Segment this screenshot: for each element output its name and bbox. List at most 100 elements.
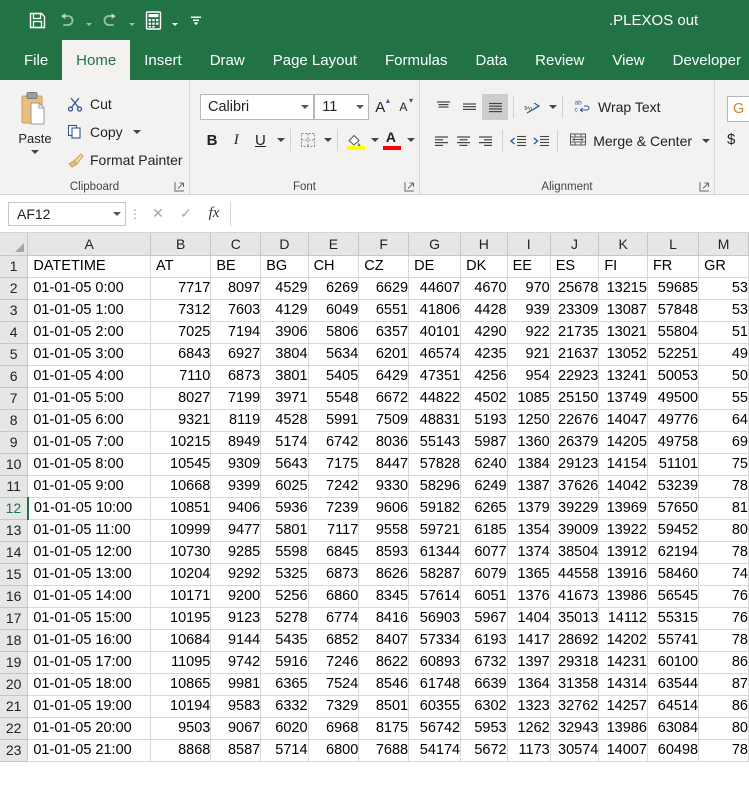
cell[interactable]: 78 bbox=[698, 629, 749, 652]
cell[interactable]: 55315 bbox=[647, 607, 700, 630]
cell[interactable]: 8119 bbox=[210, 409, 262, 432]
cell[interactable]: 7524 bbox=[308, 673, 360, 696]
cell[interactable]: 59452 bbox=[647, 519, 700, 542]
cell[interactable]: 9144 bbox=[210, 629, 262, 652]
row-header-8[interactable]: 8 bbox=[0, 408, 29, 432]
cell[interactable]: 13916 bbox=[598, 563, 648, 586]
cell[interactable]: 57650 bbox=[647, 497, 700, 520]
cell[interactable]: 57848 bbox=[647, 299, 700, 322]
cell[interactable]: 1364 bbox=[507, 673, 551, 696]
font-size-select[interactable]: 11 bbox=[314, 94, 369, 120]
cell[interactable]: 3801 bbox=[260, 365, 309, 388]
cell[interactable]: 1417 bbox=[507, 629, 551, 652]
cell[interactable]: 58460 bbox=[647, 563, 700, 586]
row-header-11[interactable]: 11 bbox=[0, 474, 29, 498]
cell[interactable]: 56903 bbox=[408, 607, 462, 630]
cell[interactable]: 10730 bbox=[150, 541, 212, 564]
cell[interactable]: 44558 bbox=[550, 563, 600, 586]
cell[interactable]: 7242 bbox=[308, 475, 360, 498]
orientation-button[interactable]: a b bbox=[519, 94, 545, 120]
cell[interactable]: 8593 bbox=[358, 541, 410, 564]
cell[interactable]: 10865 bbox=[150, 673, 212, 696]
cell[interactable]: 10684 bbox=[150, 629, 212, 652]
undo-icon[interactable] bbox=[52, 5, 82, 35]
cell[interactable]: 53 bbox=[698, 299, 749, 322]
cell[interactable]: 6249 bbox=[460, 475, 508, 498]
cell[interactable]: 30574 bbox=[550, 739, 600, 762]
row-header-13[interactable]: 13 bbox=[0, 518, 29, 542]
cell[interactable]: 57828 bbox=[408, 453, 462, 476]
cell[interactable]: 5806 bbox=[308, 321, 360, 344]
cell[interactable]: 14047 bbox=[598, 409, 648, 432]
cell[interactable]: 56545 bbox=[647, 585, 700, 608]
cell[interactable]: 80 bbox=[698, 519, 749, 542]
cell[interactable]: 8345 bbox=[358, 585, 410, 608]
cell[interactable]: 6672 bbox=[358, 387, 410, 410]
cell[interactable]: 11095 bbox=[150, 651, 212, 674]
column-header-i[interactable]: I bbox=[506, 233, 551, 256]
clipboard-dialog-launcher-icon[interactable] bbox=[174, 181, 185, 192]
cell[interactable]: 6265 bbox=[460, 497, 508, 520]
cell[interactable]: 32762 bbox=[550, 695, 600, 718]
cell[interactable]: 921 bbox=[507, 343, 551, 366]
cell[interactable]: 9309 bbox=[210, 453, 262, 476]
column-header-f[interactable]: F bbox=[358, 233, 410, 256]
row-header-12[interactable]: 12 bbox=[0, 496, 29, 520]
cell[interactable]: 8416 bbox=[358, 607, 410, 630]
tab-draw[interactable]: Draw bbox=[196, 40, 259, 80]
cell[interactable]: 4529 bbox=[260, 277, 309, 300]
cell[interactable]: 56742 bbox=[408, 717, 462, 740]
row-header-21[interactable]: 21 bbox=[0, 694, 29, 718]
cell[interactable]: 9123 bbox=[210, 607, 262, 630]
calculator-dropdown-icon[interactable] bbox=[168, 5, 181, 35]
cell[interactable]: 8027 bbox=[150, 387, 212, 410]
tab-review[interactable]: Review bbox=[521, 40, 598, 80]
redo-dropdown-icon[interactable] bbox=[125, 5, 138, 35]
column-header-k[interactable]: K bbox=[598, 233, 648, 256]
cell[interactable]: 13052 bbox=[598, 343, 648, 366]
cell[interactable]: 01-01-05 4:00 bbox=[27, 365, 151, 388]
cell[interactable]: 6551 bbox=[358, 299, 410, 322]
cell[interactable]: 6025 bbox=[260, 475, 309, 498]
cell[interactable]: 14231 bbox=[598, 651, 648, 674]
column-header-e[interactable]: E bbox=[307, 233, 360, 256]
cell[interactable]: 14007 bbox=[598, 739, 648, 762]
cell[interactable]: 6079 bbox=[460, 563, 508, 586]
cell[interactable]: 8949 bbox=[210, 431, 262, 454]
cell[interactable]: 5405 bbox=[308, 365, 360, 388]
cell[interactable]: 5325 bbox=[260, 563, 309, 586]
cell[interactable]: 57334 bbox=[408, 629, 462, 652]
cell[interactable]: 922 bbox=[507, 321, 551, 344]
cell[interactable]: 81 bbox=[698, 497, 749, 520]
cell[interactable]: 10215 bbox=[150, 431, 212, 454]
cell[interactable]: 6332 bbox=[260, 695, 309, 718]
cell[interactable]: 9292 bbox=[210, 563, 262, 586]
cell[interactable]: 35013 bbox=[550, 607, 600, 630]
bold-button[interactable]: B bbox=[200, 127, 224, 153]
cell[interactable]: 8868 bbox=[150, 739, 212, 762]
cell[interactable]: 13241 bbox=[598, 365, 648, 388]
cell[interactable]: 6732 bbox=[460, 651, 508, 674]
cell[interactable]: 10999 bbox=[150, 519, 212, 542]
cell[interactable]: 10195 bbox=[150, 607, 212, 630]
cell[interactable]: 1384 bbox=[507, 453, 551, 476]
cell[interactable]: 3971 bbox=[260, 387, 309, 410]
cell[interactable]: 1360 bbox=[507, 431, 551, 454]
cell[interactable]: 13986 bbox=[598, 585, 648, 608]
row-header-20[interactable]: 20 bbox=[0, 672, 29, 696]
cell[interactable]: 44822 bbox=[408, 387, 462, 410]
cell[interactable]: 01-01-05 9:00 bbox=[27, 475, 151, 498]
cell[interactable]: 57614 bbox=[408, 585, 462, 608]
cell[interactable]: 7110 bbox=[150, 365, 212, 388]
cell[interactable]: 7239 bbox=[308, 497, 360, 520]
cell[interactable]: 9321 bbox=[150, 409, 212, 432]
cell[interactable]: 4502 bbox=[460, 387, 508, 410]
cell[interactable]: 39009 bbox=[550, 519, 600, 542]
format-painter-button[interactable]: Format Painter bbox=[66, 149, 183, 171]
row-header-7[interactable]: 7 bbox=[0, 386, 29, 410]
cell[interactable]: 14154 bbox=[598, 453, 648, 476]
cancel-entry-button[interactable]: ✕ bbox=[144, 202, 172, 226]
cell[interactable]: 13021 bbox=[598, 321, 648, 344]
cell[interactable]: 4256 bbox=[460, 365, 508, 388]
cell[interactable]: 21735 bbox=[550, 321, 600, 344]
